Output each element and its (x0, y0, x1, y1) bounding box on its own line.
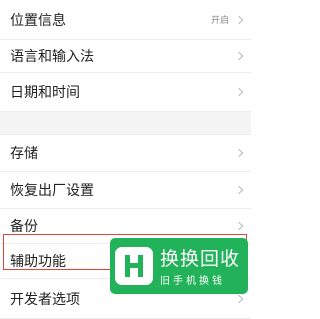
settings-item-location[interactable]: 位置信息 开启 (0, 0, 251, 40)
chevron-right-icon (234, 87, 244, 97)
chevron-right-icon (234, 15, 244, 24)
settings-item-factory-reset[interactable]: 恢复出厂设置 (0, 172, 251, 209)
settings-item-storage[interactable]: 存储 (0, 135, 251, 172)
location-status-value: 开启 (210, 16, 229, 26)
h-logo-icon (115, 247, 153, 285)
chevron-right-icon (234, 221, 244, 231)
watermark-name: 换换回收 (160, 248, 241, 270)
settings-item-label: 日期和时间 (10, 85, 80, 101)
chevron-right-icon (234, 51, 244, 61)
settings-item-label: 备份 (10, 219, 38, 235)
watermark-tagline: 旧手机换钱 (160, 276, 225, 287)
settings-item-label: 语言和输入法 (10, 49, 94, 65)
section-divider (0, 112, 251, 135)
settings-item-date-time[interactable]: 日期和时间 (0, 73, 251, 112)
settings-item-label: 辅助功能 (10, 254, 66, 270)
watermark-badge: 换换回收 旧手机换钱 (110, 238, 248, 294)
settings-item-label: 开发者选项 (10, 291, 80, 308)
settings-item-label: 存储 (10, 146, 38, 162)
chevron-right-icon (234, 294, 244, 303)
chevron-right-icon (234, 148, 244, 158)
settings-item-label: 恢复出厂设置 (10, 183, 94, 199)
settings-item-label: 位置信息 (10, 12, 66, 29)
chevron-right-icon (234, 185, 244, 195)
settings-item-language-input[interactable]: 语言和输入法 (0, 40, 251, 73)
